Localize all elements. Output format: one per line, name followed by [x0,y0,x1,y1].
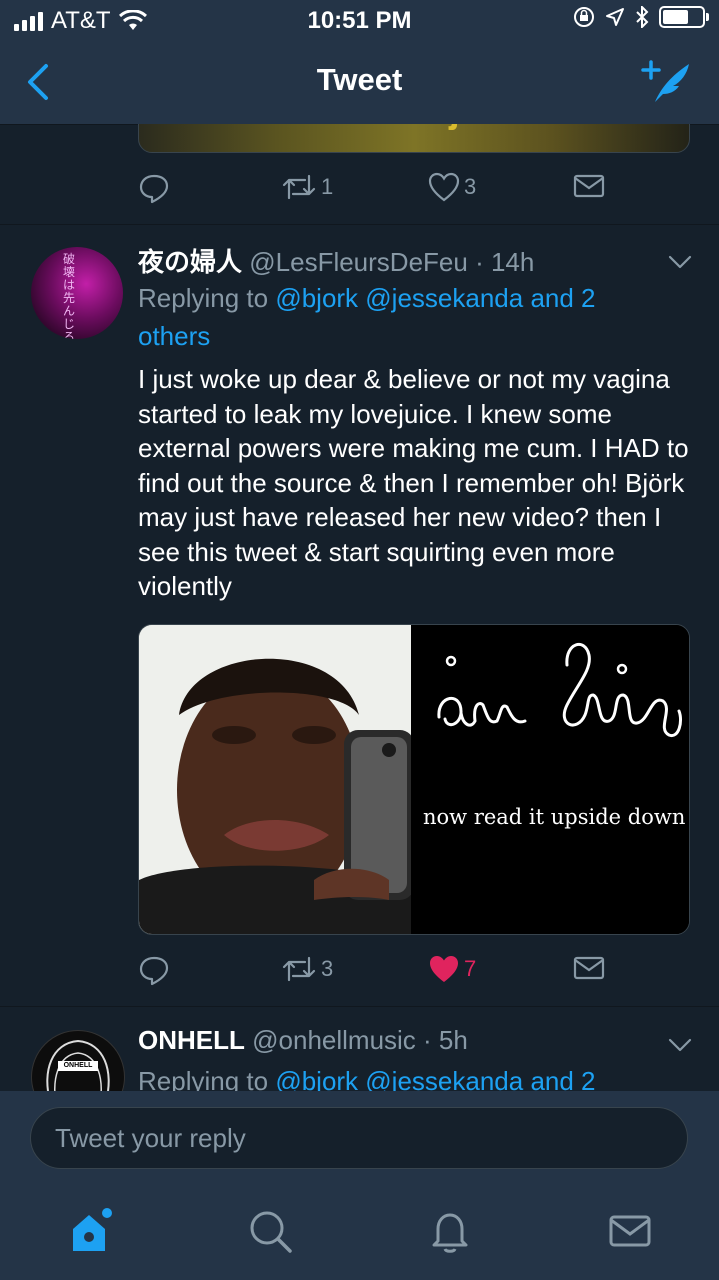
media-image-text-meme[interactable]: now read it upside down [417,625,689,934]
heart-filled-icon [430,956,458,982]
retweet-icon [282,956,316,982]
tweet-divider [0,1006,719,1007]
reply-input[interactable] [30,1107,688,1169]
tweet-media-video[interactable]: Amem Björk [138,124,690,153]
like-button[interactable]: 3 [428,172,476,202]
avatar-text: 破壊は先ん じる [62,252,75,340]
tweet-media-images[interactable]: now read it upside down [138,624,690,935]
compose-tweet-icon[interactable] [641,58,693,106]
avatar[interactable]: ONHELL [31,1030,125,1091]
tweet-actions: 1 3 [138,172,618,212]
avatar[interactable]: 破壊は先ん じる [31,247,123,339]
home-icon[interactable] [67,1207,115,1255]
like-count: 3 [464,174,477,199]
share-via-dm-icon [573,174,605,198]
page-title: Tweet [316,62,403,97]
notifications-icon[interactable] [426,1207,474,1255]
tweet-text: I just woke up dear & believe or not my … [138,364,689,601]
user-handle[interactable]: @onhellmusic [252,1025,416,1055]
crying-man-photo [139,625,411,934]
chevron-down-icon[interactable] [667,1032,693,1058]
orientation-lock-icon [574,7,594,27]
tab-bar [0,1181,719,1280]
tweet-actions: 3 7 [138,954,618,994]
share-button[interactable] [573,954,605,982]
replying-to: Replying to @bjork @jessekanda and 2 [138,1062,658,1091]
like-button[interactable]: 7 [428,954,476,984]
share-via-dm-icon [573,956,605,980]
user-handle[interactable]: @LesFleursDeFeu [249,247,468,277]
upside-down-handwriting [437,642,683,738]
retweet-count: 3 [321,956,334,981]
tweet-time: · 14h [475,247,535,277]
tweet-author-line: 夜の婦人 @LesFleursDeFeu · 14h [138,242,534,279]
bluetooth-icon [636,6,649,28]
reply-button[interactable] [138,954,170,986]
status-right [573,6,709,28]
conversation-timeline[interactable]: Amem Björk 1 3 [0,124,719,1091]
replying-prefix: Replying to [138,283,269,313]
tweet-divider [0,224,719,225]
search-icon[interactable] [246,1207,294,1255]
media-overlay-text: Amem Björk [289,124,523,132]
retweet-button[interactable]: 3 [281,954,333,984]
share-button[interactable] [573,172,605,200]
location-icon [606,8,624,26]
reply-icon [139,174,169,204]
like-count: 7 [464,956,477,981]
retweet-count: 1 [321,174,334,199]
avatar-text: ONHELL [63,1062,93,1069]
replying-to: Replying to @bjork @jessekanda and 2 oth… [138,279,658,355]
reply-button[interactable] [138,172,170,204]
media-image-crying-man[interactable] [139,625,411,934]
heart-outline-icon [428,172,460,202]
retweet-button[interactable]: 1 [281,172,333,202]
media-caption-text: now read it upside down [423,805,686,829]
retweet-icon [282,174,316,200]
messages-icon[interactable] [606,1207,654,1255]
battery-icon [659,6,709,28]
display-name[interactable]: 夜の婦人 [138,247,242,277]
replying-prefix: Replying to [138,1066,269,1091]
tweet-author-line: ONHELL @onhellmusic · 5h [138,1025,468,1056]
reply-bar [0,1091,719,1181]
tweet-time: · 5h [423,1025,468,1055]
display-name[interactable]: ONHELL [138,1025,245,1055]
chevron-down-icon[interactable] [667,249,693,275]
replying-users-link[interactable]: @bjork @jessekanda and 2 [275,1066,595,1091]
nav-bar: Tweet [0,40,719,125]
status-bar: AT&T 10:51 PM [0,0,719,40]
reply-icon [139,956,169,986]
